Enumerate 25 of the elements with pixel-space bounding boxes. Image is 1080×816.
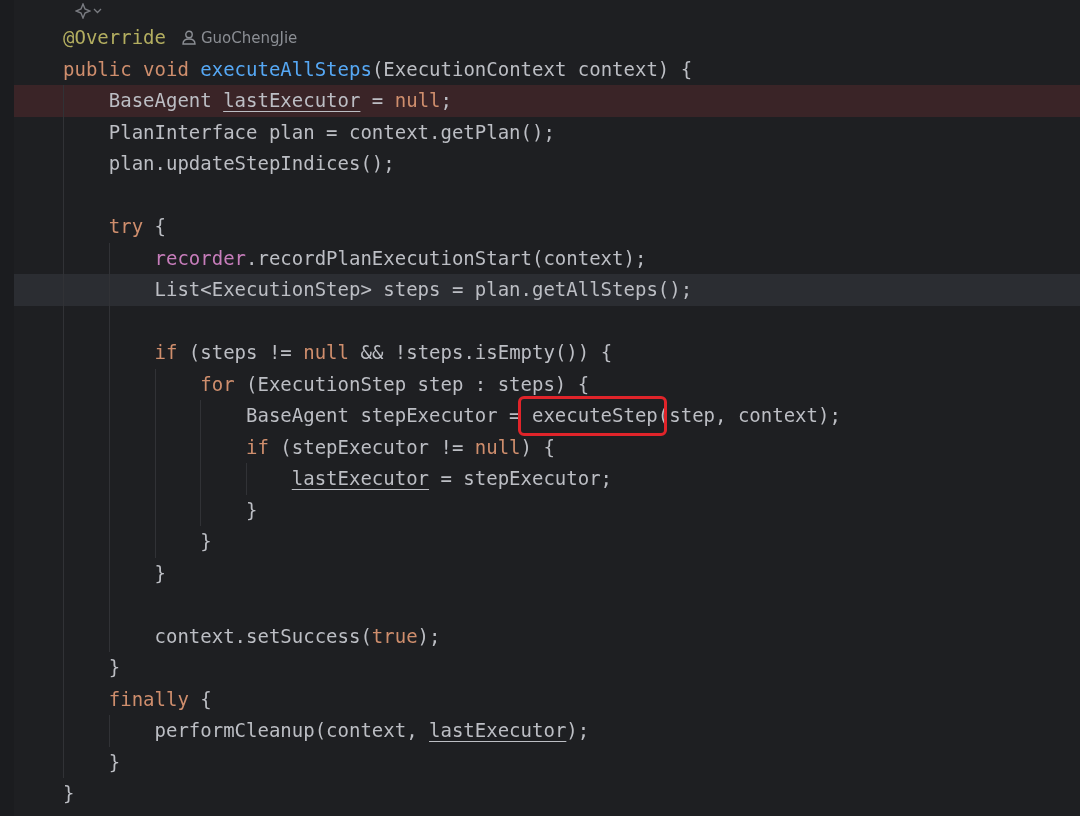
code-line: for (ExecutionStep step : steps) { xyxy=(200,371,590,397)
author-hint[interactable]: GuoChengJie xyxy=(200,28,298,47)
sparkle-icon[interactable] xyxy=(75,3,91,19)
code-line: } xyxy=(154,560,166,586)
code-line: if (steps != null && !steps.isEmpty()) { xyxy=(154,340,613,366)
code-line: } xyxy=(63,781,75,807)
code-line: @Override xyxy=(63,25,166,51)
code-line: } xyxy=(200,529,212,555)
code-line: performCleanup(context, lastExecutor); xyxy=(154,718,590,744)
code-line: } xyxy=(108,655,121,681)
code-line: if (stepExecutor != null) { xyxy=(246,434,555,460)
code-line: lastExecutor = stepExecutor; xyxy=(291,466,613,492)
code-line: List<ExecutionStep> steps = plan.getAllSteps(); xyxy=(154,277,693,303)
code-line: recorder.recordPlanExecutionStart(context); xyxy=(154,245,647,271)
code-line: finally { xyxy=(108,686,212,712)
code-line: } xyxy=(246,497,258,523)
code-line: PlanInterface plan = context.getPlan(); xyxy=(108,119,555,145)
code-line: try { xyxy=(108,214,166,240)
code-line: public void executeAllSteps(ExecutionContext context) { xyxy=(63,56,693,82)
code-line: } xyxy=(108,749,121,775)
code-line: context.setSuccess(true); xyxy=(154,623,441,649)
code-line: BaseAgent lastExecutor = null; xyxy=(108,88,452,114)
code-line: plan.updateStepIndices(); xyxy=(108,151,395,177)
person-icon xyxy=(181,30,196,46)
chevron-down-icon[interactable] xyxy=(93,8,102,14)
